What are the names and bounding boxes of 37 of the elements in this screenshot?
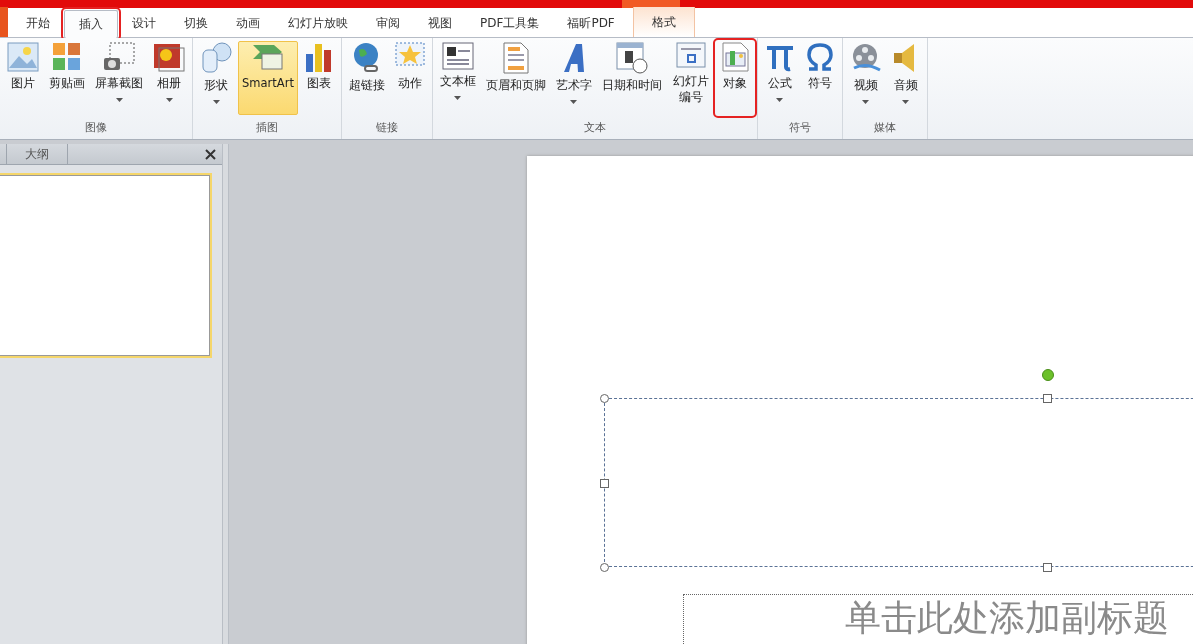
subtitle-placeholder-text: 单击此处添加副标题: [845, 596, 1169, 640]
ribbon-button[interactable]: 符号: [800, 41, 839, 115]
ribbon-tab[interactable]: 设计: [118, 10, 170, 37]
ribbon-button[interactable]: 视频: [845, 41, 886, 115]
ribbon-tab[interactable]: 福昕PDF: [553, 10, 629, 37]
ribbon-button[interactable]: 页眉和页脚: [481, 41, 550, 115]
ribbon-tab[interactable]: PDF工具集: [466, 10, 554, 37]
ribbon-tab[interactable]: 插入: [64, 10, 118, 38]
ribbon-tab[interactable]: 幻灯片放映: [274, 10, 362, 37]
group-label: 媒体: [872, 120, 897, 136]
ribbon-button[interactable]: 音频: [887, 41, 924, 115]
ribbon-tab[interactable]: 格式: [632, 7, 695, 37]
ribbon-button[interactable]: 艺术字: [551, 41, 596, 115]
ribbon-tab[interactable]: 动画: [222, 10, 274, 37]
ribbon-button[interactable]: 日期和时间: [597, 41, 666, 115]
ribbon-tab[interactable]: 开始: [12, 10, 64, 37]
ribbon-button[interactable]: 超链接: [344, 41, 389, 115]
ribbon-button[interactable]: 动作: [390, 41, 429, 115]
group-label: 符号: [787, 120, 812, 136]
ribbon-button[interactable]: 屏幕截图: [91, 41, 147, 115]
group-label: 文本: [582, 120, 607, 136]
ribbon-button[interactable]: 图片: [3, 41, 43, 115]
ribbon-button[interactable]: 文本框: [435, 41, 480, 115]
ribbon-tab[interactable]: 视图: [414, 10, 466, 37]
ribbon-button[interactable]: 剪贴画: [45, 41, 89, 115]
ribbon-button[interactable]: 形状: [196, 41, 236, 115]
group-label: 链接: [374, 120, 399, 136]
ribbon-button[interactable]: 幻灯片编号: [667, 41, 714, 115]
ribbon-button[interactable]: 公式: [760, 41, 799, 115]
group-label: 插图: [254, 120, 279, 136]
ribbon-button[interactable]: SmartArt: [238, 41, 298, 115]
ribbon-button[interactable]: 图表: [299, 41, 338, 115]
ribbon-tab[interactable]: 切换: [170, 10, 222, 37]
ribbon-button[interactable]: 对象: [715, 41, 754, 115]
group-label: 图像: [84, 120, 108, 136]
ribbon-tab[interactable]: 审阅: [362, 10, 414, 37]
ribbon-button[interactable]: 相册: [149, 41, 189, 115]
